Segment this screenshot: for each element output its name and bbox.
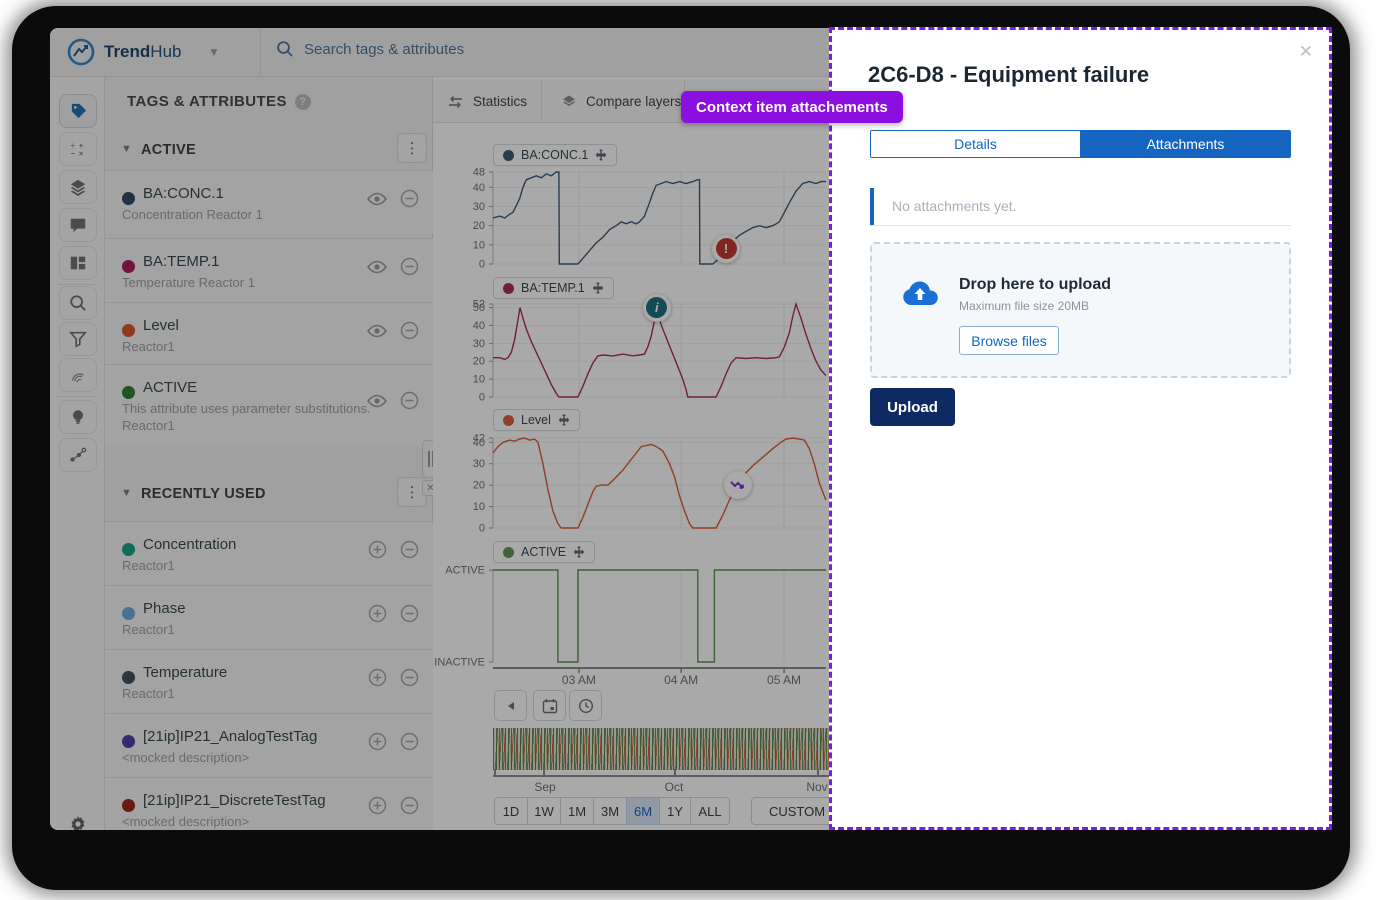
cloud-upload-icon: [902, 280, 938, 306]
file-dropzone[interactable]: Drop here to upload Maximum file size 20…: [870, 242, 1291, 378]
dropzone-title: Drop here to upload: [959, 276, 1111, 294]
accent-bar: [870, 188, 874, 225]
upload-button[interactable]: Upload: [870, 388, 955, 426]
close-icon[interactable]: ✕: [1299, 42, 1313, 62]
dropzone-max-size: Maximum file size 20MB: [959, 299, 1089, 313]
empty-attachments-text: No attachments yet.: [892, 198, 1017, 214]
tab-details[interactable]: Details: [871, 131, 1081, 157]
tab-attachments[interactable]: Attachments: [1081, 131, 1290, 157]
browse-files-button[interactable]: Browse files: [959, 326, 1059, 355]
empty-attachments-row: No attachments yet.: [870, 188, 1291, 226]
dialog-tabs: Details Attachments: [870, 130, 1291, 158]
annotation-tooltip: Context item attachements: [681, 91, 903, 123]
context-item-dialog: ✕ 2C6-D8 - Equipment failure Details Att…: [829, 27, 1332, 830]
dialog-title: 2C6-D8 - Equipment failure: [868, 62, 1149, 88]
